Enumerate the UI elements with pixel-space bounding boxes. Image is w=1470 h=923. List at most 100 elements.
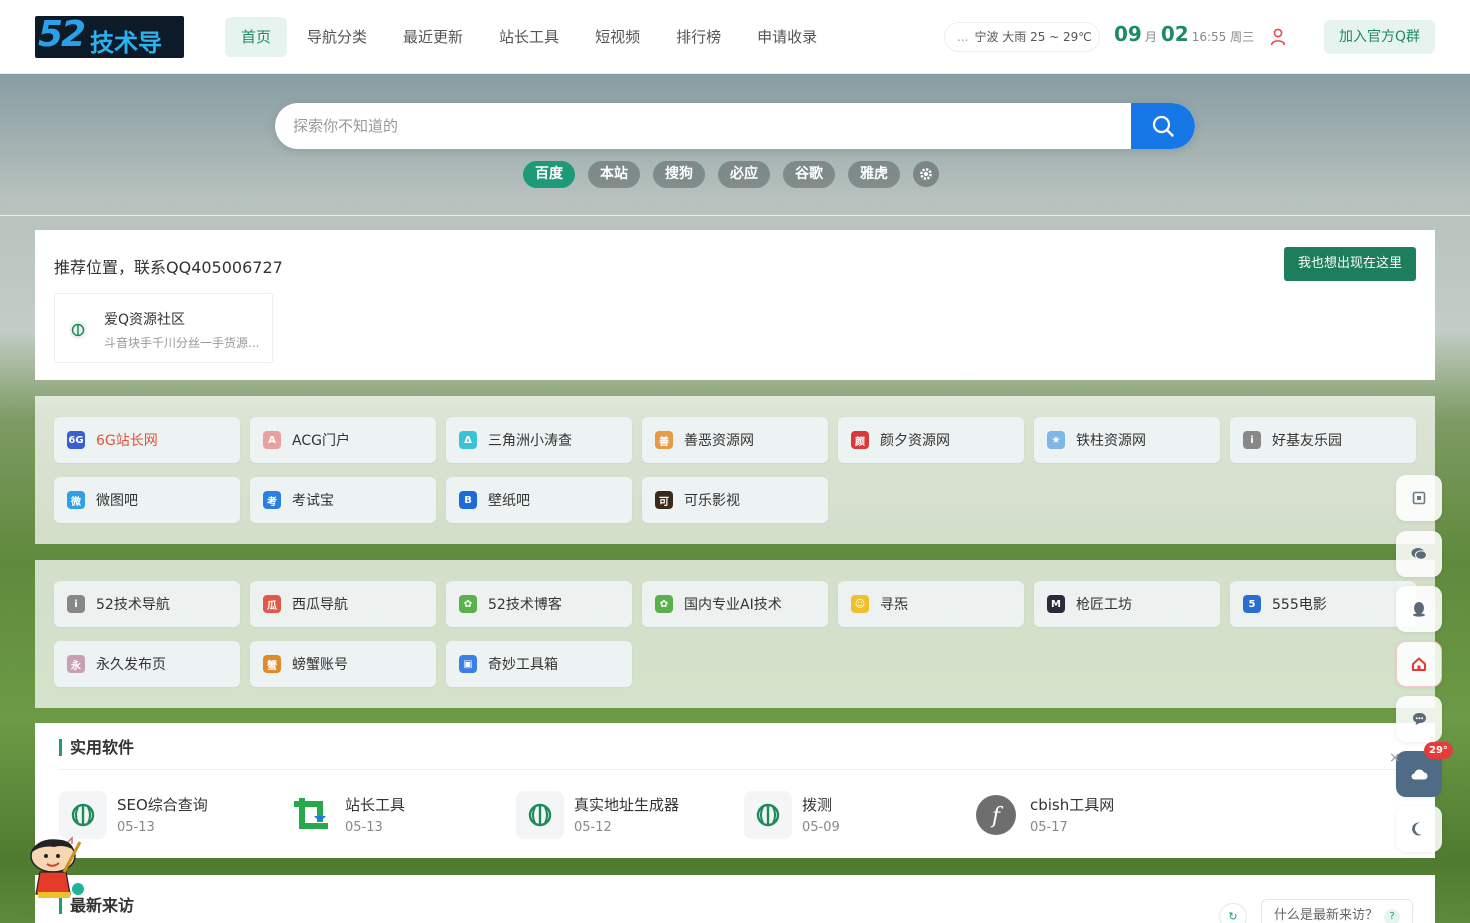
nav-categories[interactable]: 导航分类 [291,17,383,57]
software-name: 真实地址生成器 [574,796,680,814]
refresh-button[interactable]: ↻ [1219,903,1247,923]
question-icon: ? [1384,909,1401,923]
software-name: cbish工具网 [1030,796,1115,814]
link-card[interactable]: ✿ 52技术博客 [446,581,632,627]
link-card[interactable]: 可可乐影视 [642,477,828,523]
link-name: 微图吧 [96,493,138,509]
link-card[interactable]: 瓜西瓜导航 [250,581,436,627]
float-home-button[interactable] [1396,641,1442,687]
link-card[interactable]: B 壁纸吧 [446,477,632,523]
advertise-here-button[interactable]: 我也想出现在这里 [1284,247,1416,281]
link-card[interactable]: 考考试宝 [250,477,436,523]
wei-icon: 微 [67,491,85,509]
link-name: 考试宝 [292,493,334,509]
delta-icon: Δ [459,431,477,449]
recommend-card[interactable]: 爱Q资源社区 斗音块手千川分丝一手货源... [54,293,273,363]
float-comment-button[interactable] [1396,696,1442,742]
software-item[interactable]: 真实地址生成器 05-12 [516,788,726,844]
nav-ranking[interactable]: 排行榜 [660,17,737,57]
link-name: 52技术博客 [488,597,562,613]
link-card[interactable]: A ACG门户 [250,417,436,463]
link-card[interactable]: Δ 三角洲小涛查 [446,417,632,463]
software-divider [59,769,1416,770]
link-name: 国内专业AI技术 [684,597,782,613]
link-card[interactable]: 永永久发布页 [54,641,240,687]
recommend-panel: 推荐位置，联系QQ405006727 我也想出现在这里 爱Q资源社区 斗音块手千… [35,230,1435,380]
clock-month: 09 [1114,22,1142,46]
link-grid-2: i 52技术导航 瓜西瓜导航 ✿ 52技术博客 ✿ 国内专业AI技术 ☺ 寻炁 M 枪匠工坊 5 555… [54,581,1416,687]
software-item[interactable]: SEO综合查询 05-13 [59,788,269,844]
float-qq-button[interactable] [1396,586,1442,632]
smile-icon: ☺ [851,595,869,613]
software-name: SEO综合查询 [117,796,208,814]
search-input[interactable] [275,103,1125,149]
link-card[interactable]: ★ 铁柱资源网 [1034,417,1220,463]
engine-yahoo[interactable]: 雅虎 [848,161,900,188]
recommend-card-desc: 斗音块手千川分丝一手货源... [104,336,260,350]
visitors-help-button[interactable]: 什么是最新来访？? [1261,899,1413,923]
software-date: 05-13 [117,820,155,835]
join-qq-group-button[interactable]: 加入官方Q群 [1324,20,1435,54]
info-circle-icon: i [1243,431,1261,449]
engine-sogou[interactable]: 搜狗 [653,161,705,188]
friend-links-panel-1: 6G 6G站长网 A ACG门户 Δ 三角洲小涛查 善善恶资源网颜颜夕资源网 ★ 铁柱资源网 i 好… [35,396,1435,544]
link-name: 永久发布页 [96,657,166,673]
float-close-icon[interactable]: × [1389,750,1401,766]
link-card[interactable]: 5 555电影 [1230,581,1416,627]
globe-icon [744,791,792,839]
link-card[interactable]: i 好基友乐园 [1230,417,1416,463]
clock-month-unit: 月 [1144,30,1157,44]
link-card[interactable]: 颜颜夕资源网 [838,417,1024,463]
engine-site[interactable]: 本站 [588,161,640,188]
friend-links-panel-2: i 52技术导航 瓜西瓜导航 ✿ 52技术博客 ✿ 国内专业AI技术 ☺ 寻炁 M 枪匠工坊 5 555… [35,560,1435,708]
link-card[interactable]: i 52技术导航 [54,581,240,627]
weather-dots: ... [957,30,969,44]
nav-webmaster-tools[interactable]: 站长工具 [483,17,575,57]
globe-icon [69,321,87,339]
software-item[interactable]: 拨测 05-09 [744,788,954,844]
weather-widget[interactable]: ... 宁波 大雨 25 ~ 29℃ [944,22,1100,52]
link-card[interactable]: M 枪匠工坊 [1034,581,1220,627]
nav-recent[interactable]: 最近更新 [387,17,479,57]
link-name: 壁纸吧 [488,493,530,509]
link-name: 西瓜导航 [292,597,348,613]
nav-short-video[interactable]: 短视频 [579,17,656,57]
link-name: 三角洲小涛查 [488,433,572,449]
cartoon-mascot-icon [30,836,84,898]
link-card[interactable]: ▣ 奇妙工具箱 [446,641,632,687]
square-icon [1412,491,1426,505]
logo-text: 技术导航 [90,29,162,57]
float-wechat-button[interactable] [1396,531,1442,577]
link-name: 铁柱资源网 [1076,433,1146,449]
engine-bing[interactable]: 必应 [718,161,770,188]
nav-submit[interactable]: 申请收录 [741,17,833,57]
recommend-card-title: 爱Q资源社区 [104,312,186,328]
link-card[interactable]: 6G 6G站长网 [54,417,240,463]
link-name: ACG门户 [292,433,350,449]
link-name: 枪匠工坊 [1076,597,1132,613]
nav-home[interactable]: 首页 [225,17,288,57]
link-card[interactable]: 蟹螃蟹账号 [250,641,436,687]
link-card[interactable]: 微微图吧 [54,477,240,523]
search-button[interactable] [1131,103,1195,149]
engine-google[interactable]: 谷歌 [783,161,835,188]
software-item[interactable]: 站长工具 05-13 [287,788,497,844]
girl-avatar-icon: 永 [67,655,85,673]
link-card[interactable]: ✿ 国内专业AI技术 [642,581,828,627]
link-card[interactable]: 善善恶资源网 [642,417,828,463]
user-icon[interactable] [1270,28,1286,46]
float-dark-mode-button[interactable] [1396,806,1442,852]
link-grid-1: 6G 6G站长网 A ACG门户 Δ 三角洲小涛查 善善恶资源网颜颜夕资源网 ★ 铁柱资源网 i 好… [54,417,1416,523]
software-item[interactable]: f cbish工具网 05-17 [972,788,1182,844]
five-icon: 5 [1243,595,1261,613]
engine-settings-button[interactable] [913,161,939,187]
f-letter-icon: f [972,791,1020,839]
logo-number: 52 [38,16,86,55]
link-card[interactable]: ☺ 寻炁 [838,581,1024,627]
float-qrcode-button[interactable] [1396,475,1442,521]
qq-penguin-icon [1413,602,1425,617]
site-logo[interactable]: 52 技术导航 [35,16,184,58]
link-name: 善恶资源网 [684,433,754,449]
top-header: 52 技术导航 首页 导航分类 最近更新 站长工具 短视频 排行榜 申请收录 .… [0,0,1470,74]
engine-baidu[interactable]: 百度 [523,161,575,188]
